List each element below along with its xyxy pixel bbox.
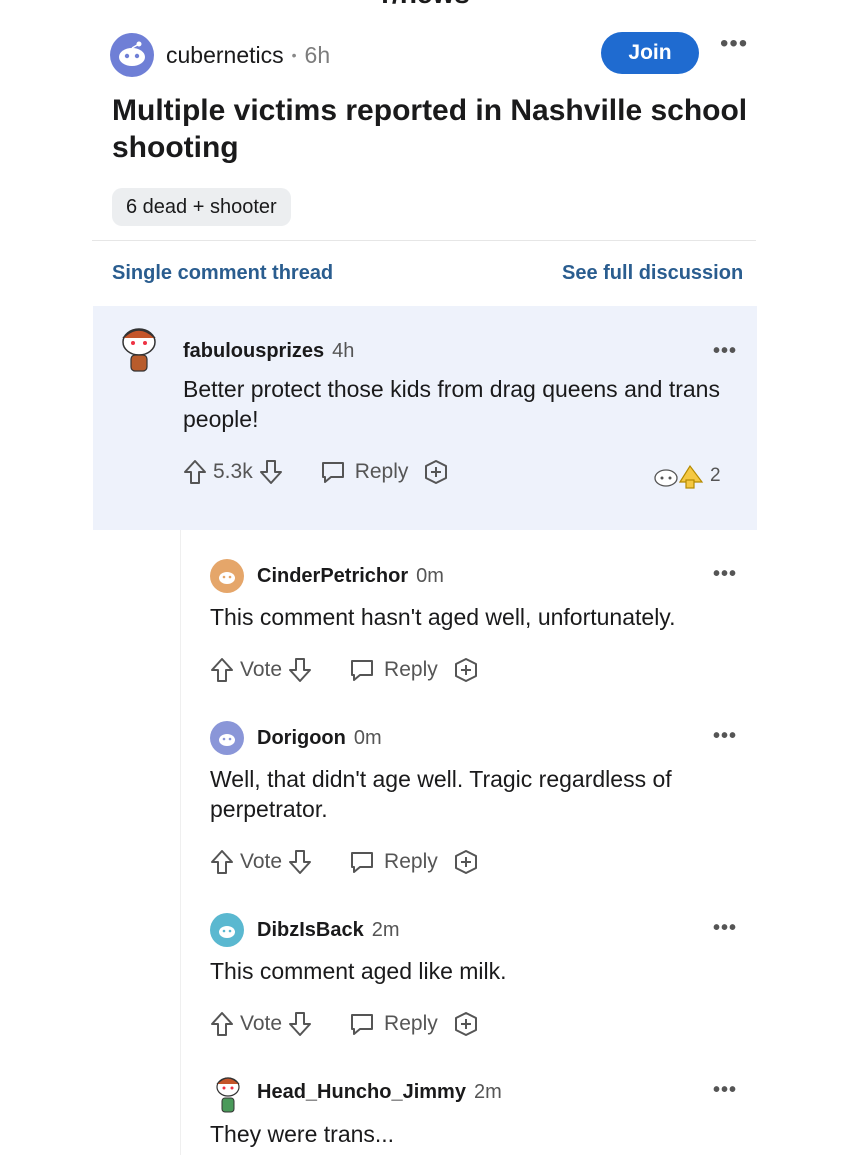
comment-age: 2m <box>371 919 400 941</box>
downvote-icon[interactable] <box>288 657 312 683</box>
comment-age: 2m <box>473 1081 502 1103</box>
user-avatar[interactable] <box>210 721 244 755</box>
comment-actions: 5.3k Reply <box>183 458 450 486</box>
snoo-avatar-icon <box>122 328 156 372</box>
post-age: 6h <box>304 41 331 68</box>
comment-author[interactable]: Dorigoon 0m <box>257 727 382 750</box>
comment-body: They were trans... <box>210 1121 395 1147</box>
reply-icon[interactable] <box>348 849 376 875</box>
reply-button[interactable]: Reply <box>384 1012 438 1036</box>
subreddit-name[interactable]: cubernetics <box>166 42 284 69</box>
upvote-icon[interactable] <box>210 1011 234 1037</box>
comment-body: Better protect those kids from drag quee… <box>183 376 720 432</box>
reply-button[interactable]: Reply <box>384 658 438 682</box>
upvote-icon[interactable] <box>210 657 234 683</box>
divider <box>92 240 756 241</box>
vote-count: 5.3k <box>213 460 253 483</box>
subreddit-header: r/news <box>0 0 851 10</box>
comment-age: 4h <box>332 340 355 362</box>
snoo-avatar-icon <box>216 1077 240 1113</box>
reply-icon[interactable] <box>348 657 376 683</box>
comment-actions: Vote Reply <box>210 656 480 684</box>
comment-more-icon[interactable]: ••• <box>713 1079 737 1102</box>
see-full-discussion-link[interactable]: See full discussion <box>562 262 743 285</box>
comment-actions: Vote Reply <box>210 1010 480 1038</box>
comment-author-name[interactable]: CinderPetrichor <box>257 565 408 587</box>
reply-icon[interactable] <box>348 1011 376 1037</box>
user-avatar[interactable] <box>212 1072 244 1116</box>
comment-age: 0m <box>416 565 444 587</box>
comment-body: This comment hasn't aged well, unfortuna… <box>210 604 676 630</box>
vote-label: Vote <box>240 658 283 681</box>
separator-dot: • <box>291 47 297 63</box>
comment-author-name[interactable]: Dorigoon <box>257 727 346 749</box>
downvote-icon[interactable] <box>259 459 283 485</box>
downvote-icon[interactable] <box>288 849 312 875</box>
reply-button[interactable]: Reply <box>384 850 438 874</box>
user-avatar[interactable] <box>117 322 161 376</box>
comment-more-icon[interactable]: ••• <box>713 917 737 940</box>
comment-author[interactable]: DibzIsBack 2m <box>257 919 400 942</box>
vote-label: Vote <box>240 850 283 873</box>
post-more-icon[interactable]: ••• <box>720 30 748 58</box>
snoo-avatar-icon <box>219 734 235 746</box>
comment-body: Well, that didn't age well. Tragic regar… <box>210 766 672 822</box>
award-plus-icon[interactable] <box>452 656 480 684</box>
comment-author[interactable]: Head_Huncho_Jimmy 2m <box>257 1081 502 1104</box>
comment-body: This comment aged like milk. <box>210 958 507 984</box>
snoo-avatar-icon <box>219 572 235 584</box>
upvote-icon[interactable] <box>183 459 207 485</box>
comment-more-icon[interactable]: ••• <box>713 563 737 586</box>
comment-more-icon[interactable]: ••• <box>713 725 737 748</box>
vote-label: Vote <box>240 1012 283 1035</box>
user-avatar[interactable] <box>210 559 244 593</box>
reply-icon[interactable] <box>319 459 347 485</box>
award-plus-icon[interactable] <box>452 1010 480 1038</box>
award-icons <box>654 464 704 489</box>
subreddit-avatar[interactable] <box>110 33 154 77</box>
awards[interactable]: 2 <box>650 460 721 492</box>
award-plus-icon[interactable] <box>452 848 480 876</box>
award-count: 2 <box>710 465 721 486</box>
reply-button[interactable]: Reply <box>355 460 409 484</box>
award-plus-icon[interactable] <box>422 458 450 486</box>
comment-author-name[interactable]: fabulousprizes <box>183 340 324 362</box>
comment-actions: Vote Reply <box>210 848 480 876</box>
user-avatar[interactable] <box>210 913 244 947</box>
downvote-icon[interactable] <box>288 1011 312 1037</box>
single-comment-thread-label: Single comment thread <box>112 262 334 284</box>
comment-author-name[interactable]: DibzIsBack <box>257 919 364 941</box>
join-button[interactable]: Join <box>601 32 699 74</box>
comment-more-icon[interactable]: ••• <box>713 340 737 363</box>
comment-author[interactable]: fabulousprizes 4h <box>183 340 354 363</box>
snoo-icon <box>119 41 145 66</box>
comment-author-name[interactable]: Head_Huncho_Jimmy <box>257 1081 466 1103</box>
thread-line <box>180 530 181 1155</box>
snoo-avatar-icon <box>219 926 235 938</box>
upvote-icon[interactable] <box>210 849 234 875</box>
post-title[interactable]: Multiple victims reported in Nashville s… <box>112 92 752 166</box>
post-flair[interactable]: 6 dead + shooter <box>112 188 291 226</box>
comment-author[interactable]: CinderPetrichor 0m <box>257 565 444 588</box>
comment-age: 0m <box>353 727 382 749</box>
